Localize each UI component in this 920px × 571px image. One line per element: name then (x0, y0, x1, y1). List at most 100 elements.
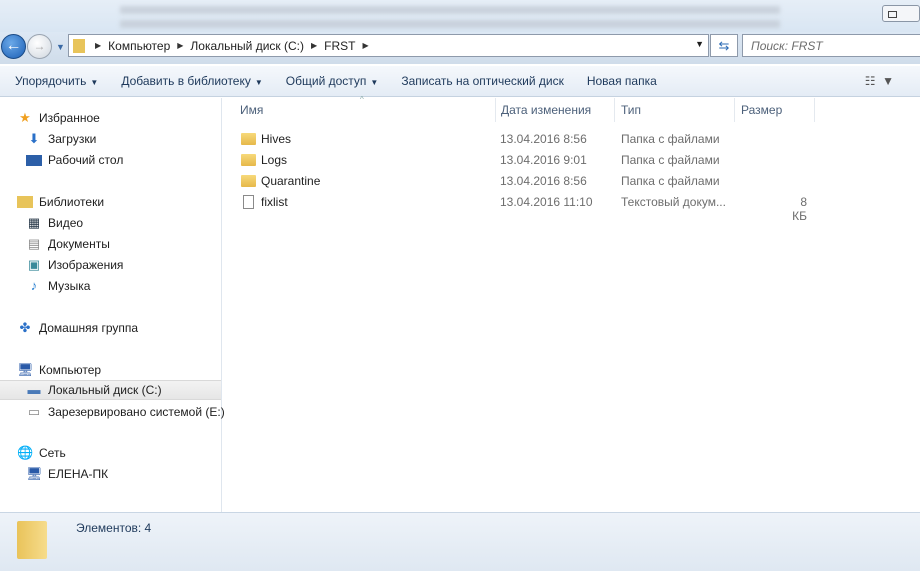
text-file-icon (243, 195, 254, 209)
column-header-size[interactable]: Размер (735, 98, 815, 122)
file-name: fixlist (261, 195, 288, 209)
share-label: Общий доступ (285, 74, 367, 88)
file-size: 8 КБ (792, 195, 807, 223)
file-date: 13.04.2016 11:10 (500, 195, 593, 209)
column-header-type[interactable]: Тип (615, 98, 735, 122)
label: Сеть (39, 446, 66, 460)
folder-icon (241, 154, 256, 166)
chevron-right-icon[interactable]: ▶ (91, 41, 105, 50)
file-type: Текстовый докум... (621, 195, 726, 209)
breadcrumb-computer[interactable]: Компьютер (105, 39, 173, 53)
sidebar-item-computer[interactable]: 🖥 Компьютер (17, 360, 101, 380)
label: ЕЛЕНА-ПК (48, 467, 109, 481)
file-name: Hives (261, 132, 292, 146)
breadcrumb-local-disk[interactable]: Локальный диск (C:) (187, 39, 307, 53)
address-bar[interactable]: ▶ Компьютер ▶ Локальный диск (C:) ▶ FRST… (68, 34, 709, 57)
column-header-date[interactable]: Дата изменения (495, 98, 615, 122)
label: Загрузки (48, 132, 97, 146)
file-row[interactable]: Logs 13.04.2016 9:01 Папка с файлами (239, 150, 819, 171)
label: Видео (48, 216, 84, 230)
folder-icon (241, 175, 256, 187)
file-row[interactable]: Hives 13.04.2016 8:56 Папка с файлами (239, 129, 819, 150)
sidebar-item-reserved[interactable]: ▭ Зарезервировано системой (E:) (26, 402, 225, 422)
file-row[interactable]: Quarantine 13.04.2016 8:56 Папка с файлами (239, 171, 819, 192)
file-type: Папка с файлами (621, 153, 720, 167)
chevron-right-icon[interactable]: ▶ (307, 41, 321, 50)
label: Зарезервировано системой (E:) (48, 405, 225, 419)
star-icon: ★ (19, 110, 31, 125)
breadcrumb-frst[interactable]: FRST (321, 39, 358, 53)
file-date: 13.04.2016 8:56 (500, 174, 587, 188)
sidebar-item-music[interactable]: ♪ Музыка (26, 276, 91, 296)
sidebar-item-favorites[interactable]: ★ Избранное (17, 108, 100, 128)
network-icon: 🌐 (17, 445, 34, 460)
label: Изображения (48, 258, 124, 272)
sidebar-item-libraries[interactable]: Библиотеки (17, 192, 104, 212)
file-list: ^ Имя Дата изменения Тип Размер Hives 13.… (223, 95, 920, 512)
label: Компьютер (39, 363, 102, 377)
chevron-down-icon: ▼ (370, 78, 379, 87)
file-type: Папка с файлами (621, 132, 720, 146)
music-icon: ♪ (30, 278, 38, 293)
sidebar-item-video[interactable]: ▦ Видео (26, 213, 83, 233)
folder-icon (241, 133, 256, 145)
folder-icon (17, 521, 47, 559)
organize-button[interactable]: Упорядочить ▼ (7, 74, 106, 88)
video-icon: ▦ (27, 215, 41, 230)
maximize-button[interactable] (882, 5, 920, 22)
homegroup-icon: ✤ (19, 320, 31, 335)
file-date: 13.04.2016 8:56 (500, 132, 587, 146)
computer-icon: 🖥 (17, 362, 34, 377)
navigation-pane: ★ Избранное ⬇ Загрузки Рабочий стол Библио… (0, 98, 225, 512)
file-name: Quarantine (261, 174, 321, 188)
document-icon: ▤ (27, 236, 41, 251)
chevron-right-icon[interactable]: ▶ (173, 41, 187, 50)
image-icon: ▣ (27, 257, 41, 272)
chevron-right-icon[interactable]: ▶ (358, 41, 372, 50)
file-date: 13.04.2016 9:01 (500, 153, 587, 167)
libraries-icon (17, 196, 33, 208)
file-row[interactable]: fixlist 13.04.2016 11:10 Текстовый докум..… (239, 192, 819, 223)
search-input[interactable]: Поиск: FRST (742, 34, 920, 57)
computer-icon: 🖥 (26, 466, 43, 481)
add-to-library-button[interactable]: Добавить в библиотеку ▼ (113, 74, 270, 88)
add-library-label: Добавить в библиотеку (121, 74, 251, 88)
sidebar-item-documents[interactable]: ▤ Документы (26, 234, 110, 254)
sidebar-item-local-disk[interactable]: ▬ Локальный диск (C:) (0, 380, 221, 400)
new-folder-button[interactable]: Новая папка (579, 74, 665, 88)
chevron-down-icon: ▼ (90, 78, 99, 87)
forward-button[interactable]: → (27, 34, 52, 59)
back-button[interactable]: ← (1, 34, 26, 59)
drive-icon: ▭ (27, 404, 41, 419)
share-button[interactable]: Общий доступ ▼ (278, 74, 387, 88)
sidebar-item-pc[interactable]: 🖥 ЕЛЕНА-ПК (26, 464, 108, 484)
label: Рабочий стол (48, 153, 124, 167)
details-pane: Элементов: 4 (0, 512, 920, 571)
drive-icon: ▬ (27, 382, 41, 397)
refresh-button[interactable]: ⇆ (710, 34, 738, 57)
file-name: Logs (261, 153, 288, 167)
downloads-icon: ⬇ (28, 131, 40, 146)
file-type: Папка с файлами (621, 174, 720, 188)
label: Библиотеки (39, 195, 105, 209)
chevron-down-icon: ▼ (254, 78, 263, 87)
sidebar-item-network[interactable]: 🌐 Сеть (17, 443, 66, 463)
column-header-name[interactable]: Имя (234, 98, 496, 122)
label: Музыка (48, 279, 91, 293)
recent-pages-dropdown[interactable]: ▼ (56, 42, 65, 52)
sidebar-item-downloads[interactable]: ⬇ Загрузки (26, 129, 97, 149)
desktop-icon (26, 154, 42, 166)
folder-icon (73, 38, 85, 53)
view-options-button[interactable]: ☷ ▼ (865, 74, 894, 88)
sidebar-item-homegroup[interactable]: ✤ Домашняя группа (17, 318, 138, 338)
label: Домашняя группа (39, 321, 139, 335)
label: Избранное (39, 111, 100, 125)
burn-button[interactable]: Записать на оптический диск (393, 74, 572, 88)
sidebar-item-desktop[interactable]: Рабочий стол (26, 150, 123, 170)
title-bar (0, 0, 920, 32)
chevron-down-icon[interactable]: ▼ (695, 39, 704, 49)
sidebar-item-images[interactable]: ▣ Изображения (26, 255, 124, 275)
item-count: Элементов: 4 (76, 521, 152, 535)
organize-label: Упорядочить (15, 74, 87, 88)
command-bar: Упорядочить ▼ Добавить в библиотеку ▼ Общи… (0, 66, 920, 97)
